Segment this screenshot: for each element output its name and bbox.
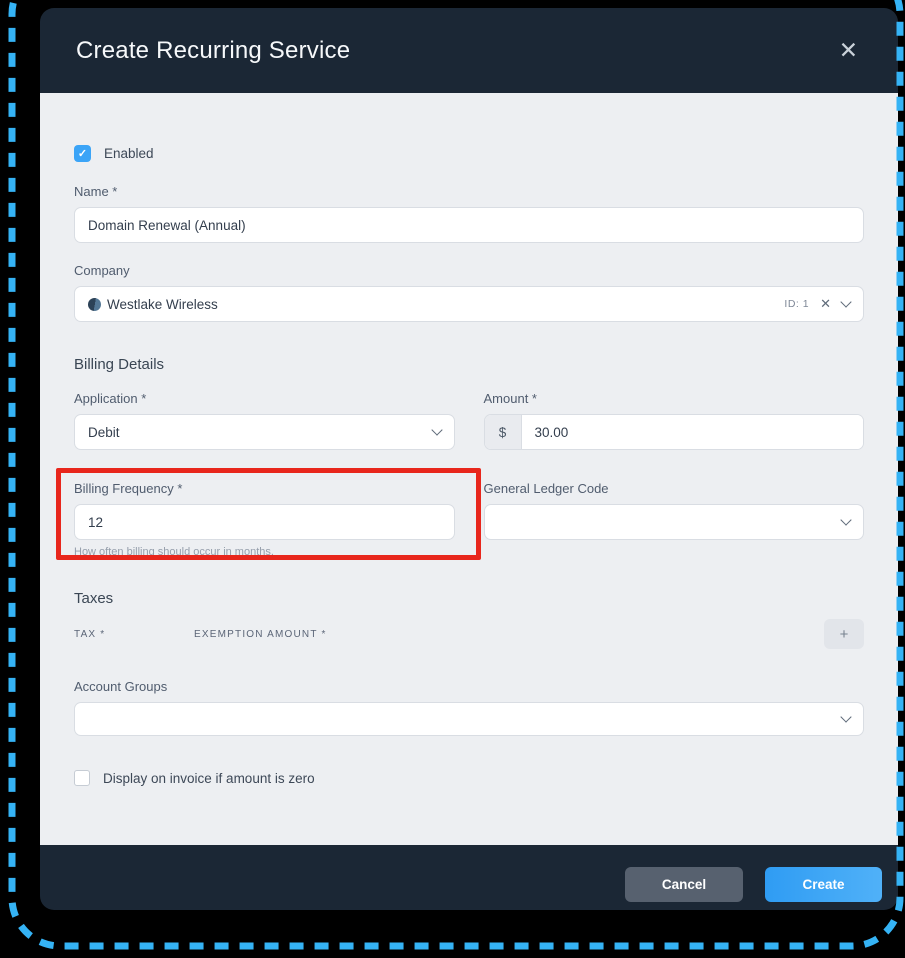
account-groups-select[interactable] [74, 702, 864, 736]
company-field-group: Company Westlake Wireless ID: 1 ✕ [74, 263, 864, 322]
general-ledger-select[interactable] [483, 504, 864, 540]
billing-details-heading: Billing Details [74, 356, 165, 373]
chevron-down-icon[interactable] [840, 514, 852, 526]
general-ledger-label: General Ledger Code [483, 481, 609, 496]
billing-row-1: Application * Debit Amount * $ [74, 391, 864, 450]
chevron-down-icon[interactable] [840, 711, 852, 723]
create-button[interactable]: Create [765, 867, 882, 902]
company-select-controls: ID: 1 ✕ [784, 296, 852, 312]
amount-input[interactable] [521, 415, 863, 449]
company-value: Westlake Wireless [107, 296, 218, 312]
currency-prefix: $ [484, 415, 522, 449]
display-zero-label: Display on invoice if amount is zero [103, 770, 315, 786]
display-zero-checkbox[interactable] [74, 770, 90, 786]
display-zero-checkbox-row: Display on invoice if amount is zero [74, 770, 864, 786]
taxes-heading: Taxes [74, 590, 114, 607]
amount-field-group: Amount * $ [483, 391, 864, 450]
chevron-down-icon[interactable] [430, 424, 443, 436]
modal-body: ✓ Enabled Name * Company Westlake Wirele… [40, 93, 898, 845]
billing-frequency-helper: How often billing should occur in months… [74, 546, 274, 558]
create-recurring-service-modal: Create Recurring Service ✕ ✓ Enabled Nam… [40, 8, 898, 910]
name-input[interactable] [74, 207, 864, 243]
company-select[interactable]: Westlake Wireless ID: 1 ✕ [74, 286, 864, 322]
company-label: Company [74, 263, 130, 278]
modal-footer: Cancel Create [40, 845, 898, 910]
billing-frequency-label: Billing Frequency * [74, 481, 183, 496]
close-icon[interactable]: ✕ [835, 35, 862, 66]
enabled-checkbox-row: ✓ Enabled [74, 145, 864, 162]
cancel-button[interactable]: Cancel [625, 867, 743, 902]
name-label: Name * [74, 184, 118, 199]
application-label: Application * [74, 391, 147, 406]
plus-icon: + [839, 625, 849, 643]
exemption-column-header: EXEMPTION AMOUNT * [194, 628, 327, 640]
billing-row-2: Billing Frequency * How often billing sh… [56, 468, 864, 560]
account-groups-label: Account Groups [74, 679, 168, 694]
application-select[interactable]: Debit [74, 414, 455, 450]
amount-input-group: $ [483, 414, 864, 450]
billing-frequency-input[interactable] [74, 504, 455, 540]
company-avatar-icon [88, 297, 101, 311]
taxes-header-row: TAX * EXEMPTION AMOUNT * + [74, 619, 864, 649]
application-select-controls [430, 424, 443, 436]
company-id-badge: ID: 1 [784, 298, 810, 310]
tax-column-header: TAX * [74, 628, 106, 640]
application-value: Debit [88, 424, 120, 440]
account-groups-select-controls [840, 711, 852, 723]
add-tax-button[interactable]: + [824, 619, 864, 649]
modal-header: Create Recurring Service ✕ [40, 8, 898, 93]
chevron-down-icon[interactable] [840, 296, 852, 308]
general-ledger-select-controls [840, 514, 852, 526]
enabled-checkbox[interactable]: ✓ [74, 145, 91, 162]
general-ledger-field-group: General Ledger Code [483, 481, 864, 558]
modal-title: Create Recurring Service [76, 36, 351, 64]
checkmark-icon: ✓ [77, 148, 88, 160]
billing-frequency-field-group: Billing Frequency * How often billing sh… [56, 468, 481, 560]
clear-icon[interactable]: ✕ [820, 296, 831, 312]
amount-label: Amount * [483, 391, 537, 406]
application-field-group: Application * Debit [74, 391, 455, 450]
account-groups-field-group: Account Groups [74, 679, 864, 736]
name-field-group: Name * [74, 184, 864, 243]
enabled-label: Enabled [104, 146, 154, 161]
